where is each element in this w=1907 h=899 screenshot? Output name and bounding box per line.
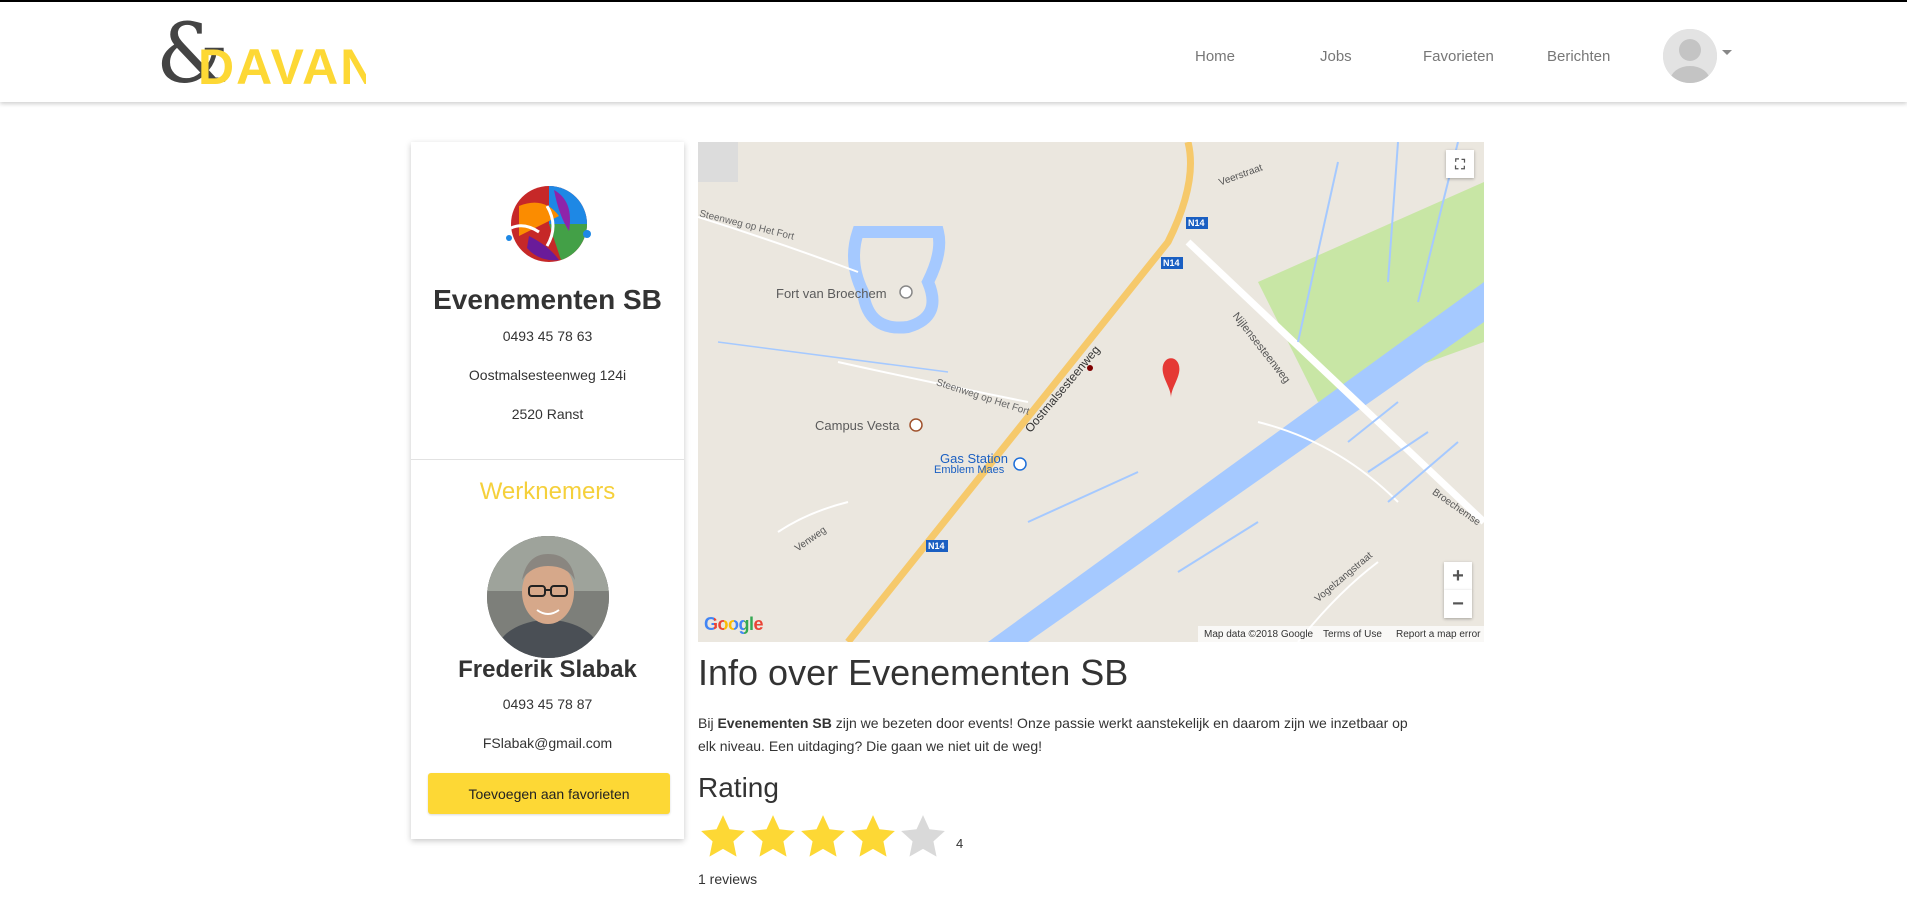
google-logo[interactable]: Google xyxy=(704,614,764,635)
map-report-link[interactable]: Report a map error xyxy=(1396,629,1480,640)
company-phone: 0493 45 78 63 xyxy=(502,328,593,344)
zoom-out-button[interactable]: − xyxy=(1444,590,1472,618)
company-name: Evenementen SB xyxy=(433,284,662,315)
map-label-n14-c: N14 xyxy=(928,541,945,551)
employee-email: FSlabak@gmail.com xyxy=(482,735,613,751)
brand-logo[interactable]: & DAVANT xyxy=(156,7,409,102)
add-to-favorites-button[interactable]: Toevoegen aan favorieten xyxy=(428,773,670,814)
company-logo xyxy=(499,176,599,272)
nav-home[interactable]: Home xyxy=(1195,48,1235,65)
about-text: Bij Evenementen SB zijn we bezeten door … xyxy=(698,715,1408,754)
star-filled-icon xyxy=(701,815,745,857)
rating-value: 4 xyxy=(956,836,964,851)
nav-jobs[interactable]: Jobs xyxy=(1320,48,1352,65)
navbar: & DAVANT Home Jobs Favorieten Berichten xyxy=(0,2,1907,102)
rating-title: Rating xyxy=(698,772,779,803)
map-label-n14-b: N14 xyxy=(1163,258,1180,268)
company-card: Evenementen SB 0493 45 78 63 Oostmalsest… xyxy=(411,142,684,839)
company-street: Oostmalsesteenweg 124i xyxy=(468,367,627,383)
card-divider xyxy=(411,459,684,460)
zoom-in-button[interactable]: + xyxy=(1444,562,1472,590)
nav-favorieten[interactable]: Favorieten xyxy=(1423,48,1494,65)
map-label-emblem-maes: Emblem Maes xyxy=(934,464,1005,476)
employee-photo xyxy=(487,536,609,658)
star-empty-icon xyxy=(901,815,945,857)
map-data-credit: Map data ©2018 Google xyxy=(1204,629,1314,640)
nav-berichten[interactable]: Berichten xyxy=(1547,48,1610,65)
star-filled-icon xyxy=(751,815,795,857)
map-label-n14-a: N14 xyxy=(1188,218,1205,228)
map-canvas xyxy=(698,142,1484,642)
employees-title: Werknemers xyxy=(479,478,616,505)
about-title: Info over Evenementen SB xyxy=(698,652,1129,693)
employee-phone: 0493 45 78 87 xyxy=(502,696,593,712)
star-filled-icon xyxy=(801,815,845,857)
user-avatar[interactable] xyxy=(1663,29,1717,83)
svg-text:DAVANT: DAVANT xyxy=(198,39,366,94)
company-city: 2520 Ranst xyxy=(511,406,584,422)
employee-name: Frederik Slabak xyxy=(458,656,637,683)
map-terms-link[interactable]: Terms of Use xyxy=(1323,629,1382,640)
reviews-count: 1 reviews xyxy=(698,871,758,887)
fullscreen-icon[interactable]: ⛶ xyxy=(1446,150,1474,178)
map[interactable]: Fort van Broechem Campus Vesta Gas Stati… xyxy=(698,142,1484,642)
map-label-fort: Fort van Broechem xyxy=(776,286,887,301)
user-menu-caret-icon[interactable] xyxy=(1722,50,1732,55)
map-label-campus: Campus Vesta xyxy=(815,418,900,433)
star-filled-icon xyxy=(851,815,895,857)
